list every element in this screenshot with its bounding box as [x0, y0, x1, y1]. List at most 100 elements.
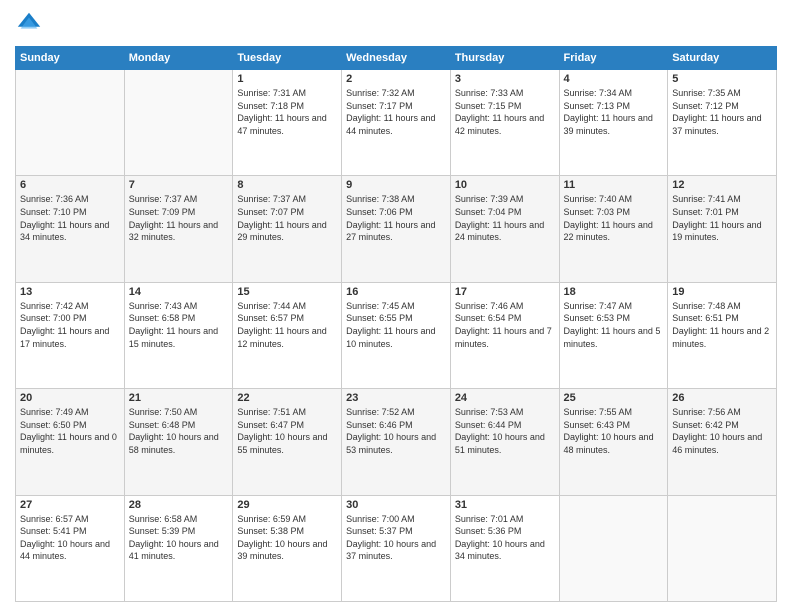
day-info: Sunrise: 7:51 AMSunset: 6:47 PMDaylight:…: [237, 406, 337, 456]
calendar-cell: 10 Sunrise: 7:39 AMSunset: 7:04 PMDayligh…: [450, 176, 559, 282]
day-number: 12: [672, 179, 772, 191]
day-number: 4: [564, 73, 664, 85]
day-number: 16: [346, 286, 446, 298]
day-number: 9: [346, 179, 446, 191]
calendar-cell: [16, 70, 125, 176]
calendar-cell: 20Sunrise: 7:49 AMSunset: 6:50 PMDayligh…: [16, 389, 125, 495]
calendar-header-row: SundayMondayTuesdayWednesdayThursdayFrid…: [16, 47, 777, 70]
calendar-week-4: 20Sunrise: 7:49 AMSunset: 6:50 PMDayligh…: [16, 389, 777, 495]
day-number: 21: [129, 392, 229, 404]
calendar-cell: [668, 495, 777, 601]
day-info: Sunrise: 7:34 AMSunset: 7:13 PMDaylight:…: [564, 87, 664, 137]
day-info: Sunrise: 7:46 AMSunset: 6:54 PMDaylight:…: [455, 300, 555, 350]
day-number: 26: [672, 392, 772, 404]
calendar-cell: 11 Sunrise: 7:40 AMSunset: 7:03 PMDayligh…: [559, 176, 668, 282]
day-info: Sunrise: 7:41 AMSunset: 7:01 PMDaylight:…: [672, 193, 772, 243]
day-info: Sunrise: 7:43 AMSunset: 6:58 PMDaylight:…: [129, 300, 229, 350]
day-number: 22: [237, 392, 337, 404]
day-info: Sunrise: 7:40 AMSunset: 7:03 PMDaylight:…: [564, 193, 664, 243]
day-info: Sunrise: 7:55 AMSunset: 6:43 PMDaylight:…: [564, 406, 664, 456]
col-header-saturday: Saturday: [668, 47, 777, 70]
day-number: 7: [129, 179, 229, 191]
calendar-cell: 9 Sunrise: 7:38 AMSunset: 7:06 PMDaylight…: [342, 176, 451, 282]
calendar-cell: 21Sunrise: 7:50 AMSunset: 6:48 PMDayligh…: [124, 389, 233, 495]
day-number: 25: [564, 392, 664, 404]
page: SundayMondayTuesdayWednesdayThursdayFrid…: [0, 0, 792, 612]
day-number: 27: [20, 499, 120, 511]
calendar-cell: 1 Sunrise: 7:31 AMSunset: 7:18 PMDaylight…: [233, 70, 342, 176]
col-header-tuesday: Tuesday: [233, 47, 342, 70]
day-info: Sunrise: 7:53 AMSunset: 6:44 PMDaylight:…: [455, 406, 555, 456]
day-number: 13: [20, 286, 120, 298]
day-info: Sunrise: 7:48 AMSunset: 6:51 PMDaylight:…: [672, 300, 772, 350]
day-info: Sunrise: 6:57 AMSunset: 5:41 PMDaylight:…: [20, 513, 120, 563]
calendar-cell: 13 Sunrise: 7:42 AMSunset: 7:00 PMDayligh…: [16, 282, 125, 388]
col-header-friday: Friday: [559, 47, 668, 70]
day-info: Sunrise: 7:36 AMSunset: 7:10 PMDaylight:…: [20, 193, 120, 243]
calendar-week-3: 13 Sunrise: 7:42 AMSunset: 7:00 PMDayligh…: [16, 282, 777, 388]
day-info: Sunrise: 7:52 AMSunset: 6:46 PMDaylight:…: [346, 406, 446, 456]
calendar-cell: 26 Sunrise: 7:56 AMSunset: 6:42 PMDayligh…: [668, 389, 777, 495]
calendar-cell: [124, 70, 233, 176]
calendar-week-5: 27 Sunrise: 6:57 AMSunset: 5:41 PMDayligh…: [16, 495, 777, 601]
day-number: 18: [564, 286, 664, 298]
calendar-cell: [559, 495, 668, 601]
calendar-cell: 27 Sunrise: 6:57 AMSunset: 5:41 PMDayligh…: [16, 495, 125, 601]
day-info: Sunrise: 7:01 AMSunset: 5:36 PMDaylight:…: [455, 513, 555, 563]
col-header-wednesday: Wednesday: [342, 47, 451, 70]
calendar-cell: 29 Sunrise: 6:59 AMSunset: 5:38 PMDayligh…: [233, 495, 342, 601]
day-info: Sunrise: 7:35 AMSunset: 7:12 PMDaylight:…: [672, 87, 772, 137]
day-number: 10: [455, 179, 555, 191]
col-header-monday: Monday: [124, 47, 233, 70]
calendar-cell: 30Sunrise: 7:00 AMSunset: 5:37 PMDayligh…: [342, 495, 451, 601]
day-info: Sunrise: 6:59 AMSunset: 5:38 PMDaylight:…: [237, 513, 337, 563]
calendar-cell: 16Sunrise: 7:45 AMSunset: 6:55 PMDayligh…: [342, 282, 451, 388]
calendar-cell: 23Sunrise: 7:52 AMSunset: 6:46 PMDayligh…: [342, 389, 451, 495]
calendar-week-2: 6Sunrise: 7:36 AMSunset: 7:10 PMDaylight…: [16, 176, 777, 282]
day-number: 31: [455, 499, 555, 511]
calendar-cell: 7 Sunrise: 7:37 AMSunset: 7:09 PMDaylight…: [124, 176, 233, 282]
calendar-cell: 18 Sunrise: 7:47 AMSunset: 6:53 PMDayligh…: [559, 282, 668, 388]
calendar-cell: 28 Sunrise: 6:58 AMSunset: 5:39 PMDayligh…: [124, 495, 233, 601]
calendar-cell: 14Sunrise: 7:43 AMSunset: 6:58 PMDayligh…: [124, 282, 233, 388]
day-number: 28: [129, 499, 229, 511]
day-number: 29: [237, 499, 337, 511]
calendar-table: SundayMondayTuesdayWednesdayThursdayFrid…: [15, 46, 777, 602]
calendar-cell: 22 Sunrise: 7:51 AMSunset: 6:47 PMDayligh…: [233, 389, 342, 495]
calendar-cell: 4 Sunrise: 7:34 AMSunset: 7:13 PMDaylight…: [559, 70, 668, 176]
calendar-cell: 15 Sunrise: 7:44 AMSunset: 6:57 PMDayligh…: [233, 282, 342, 388]
day-number: 20: [20, 392, 120, 404]
calendar-cell: 31 Sunrise: 7:01 AMSunset: 5:36 PMDayligh…: [450, 495, 559, 601]
calendar-cell: 2Sunrise: 7:32 AMSunset: 7:17 PMDaylight…: [342, 70, 451, 176]
calendar-cell: 8 Sunrise: 7:37 AMSunset: 7:07 PMDaylight…: [233, 176, 342, 282]
day-info: Sunrise: 7:38 AMSunset: 7:06 PMDaylight:…: [346, 193, 446, 243]
day-number: 17: [455, 286, 555, 298]
day-number: 24: [455, 392, 555, 404]
day-number: 19: [672, 286, 772, 298]
col-header-thursday: Thursday: [450, 47, 559, 70]
calendar-cell: 12 Sunrise: 7:41 AMSunset: 7:01 PMDayligh…: [668, 176, 777, 282]
day-info: Sunrise: 7:31 AMSunset: 7:18 PMDaylight:…: [237, 87, 337, 137]
calendar-cell: 5Sunrise: 7:35 AMSunset: 7:12 PMDaylight…: [668, 70, 777, 176]
logo-icon: [15, 10, 43, 38]
day-number: 1: [237, 73, 337, 85]
day-info: Sunrise: 7:39 AMSunset: 7:04 PMDaylight:…: [455, 193, 555, 243]
day-info: Sunrise: 6:58 AMSunset: 5:39 PMDaylight:…: [129, 513, 229, 563]
calendar-cell: 19 Sunrise: 7:48 AMSunset: 6:51 PMDayligh…: [668, 282, 777, 388]
calendar-cell: 17 Sunrise: 7:46 AMSunset: 6:54 PMDayligh…: [450, 282, 559, 388]
day-info: Sunrise: 7:00 AMSunset: 5:37 PMDaylight:…: [346, 513, 446, 563]
calendar-cell: 24 Sunrise: 7:53 AMSunset: 6:44 PMDayligh…: [450, 389, 559, 495]
day-info: Sunrise: 7:47 AMSunset: 6:53 PMDaylight:…: [564, 300, 664, 350]
day-info: Sunrise: 7:37 AMSunset: 7:09 PMDaylight:…: [129, 193, 229, 243]
day-info: Sunrise: 7:56 AMSunset: 6:42 PMDaylight:…: [672, 406, 772, 456]
day-info: Sunrise: 7:42 AMSunset: 7:00 PMDaylight:…: [20, 300, 120, 350]
calendar-cell: 6Sunrise: 7:36 AMSunset: 7:10 PMDaylight…: [16, 176, 125, 282]
day-info: Sunrise: 7:37 AMSunset: 7:07 PMDaylight:…: [237, 193, 337, 243]
calendar-cell: 3Sunrise: 7:33 AMSunset: 7:15 PMDaylight…: [450, 70, 559, 176]
day-info: Sunrise: 7:44 AMSunset: 6:57 PMDaylight:…: [237, 300, 337, 350]
day-number: 11: [564, 179, 664, 191]
header: [15, 10, 777, 38]
day-number: 8: [237, 179, 337, 191]
calendar-week-1: 1 Sunrise: 7:31 AMSunset: 7:18 PMDaylight…: [16, 70, 777, 176]
day-number: 15: [237, 286, 337, 298]
